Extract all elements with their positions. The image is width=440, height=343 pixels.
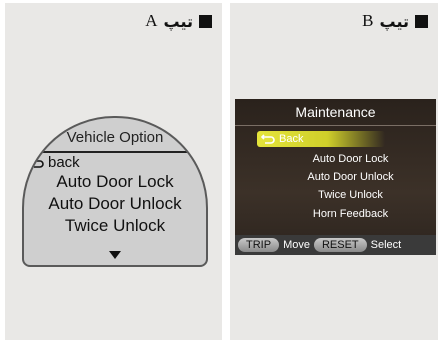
option-horn-feedback[interactable]: Horn Feedback	[235, 208, 436, 220]
trip-button[interactable]: TRIP	[238, 238, 280, 252]
panel-type-a: A تیپ Vehicle Option back Auto Door Lock…	[5, 3, 222, 340]
panel-type-b: B تیپ Maintenance Back Auto Door Lock Au…	[230, 3, 438, 340]
type-word: تیپ	[379, 11, 409, 31]
down-triangle-icon[interactable]	[109, 251, 121, 259]
back-label: Back	[279, 133, 304, 145]
option-auto-door-unlock[interactable]: Auto Door Unlock	[235, 171, 436, 183]
black-square-icon	[415, 14, 428, 28]
panel-b-title: B تیپ	[362, 11, 428, 31]
option-auto-door-lock[interactable]: Auto Door Lock	[24, 172, 206, 192]
type-letter: B	[362, 11, 374, 30]
display-title: Maintenance	[295, 104, 376, 120]
display-title: Vehicle Option	[66, 129, 164, 146]
return-arrow-icon	[261, 134, 275, 144]
title-divider	[235, 125, 436, 126]
black-square-icon	[199, 14, 212, 28]
title-divider	[30, 151, 200, 153]
option-auto-door-unlock[interactable]: Auto Door Unlock	[24, 194, 206, 214]
maintenance-display: Maintenance Back Auto Door Lock Auto Doo…	[235, 99, 436, 255]
select-label: Select	[370, 239, 402, 251]
vehicle-option-display: Vehicle Option back Auto Door Lock Auto …	[22, 116, 208, 267]
panel-a-title: A تیپ	[145, 11, 212, 31]
reset-button[interactable]: RESET	[313, 238, 367, 252]
back-menu-item[interactable]: Back	[257, 131, 385, 147]
return-arrow-icon	[30, 157, 44, 168]
back-label: back	[48, 154, 80, 171]
option-twice-unlock[interactable]: Twice Unlock	[235, 189, 436, 201]
back-menu-item[interactable]: back	[30, 154, 80, 171]
bottom-control-bar: TRIP Move RESET Select	[235, 235, 436, 255]
option-twice-unlock[interactable]: Twice Unlock	[24, 216, 206, 236]
option-auto-door-lock[interactable]: Auto Door Lock	[235, 153, 436, 165]
move-label: Move	[283, 239, 310, 251]
type-word: تیپ	[163, 11, 193, 31]
type-letter: A	[145, 11, 158, 30]
